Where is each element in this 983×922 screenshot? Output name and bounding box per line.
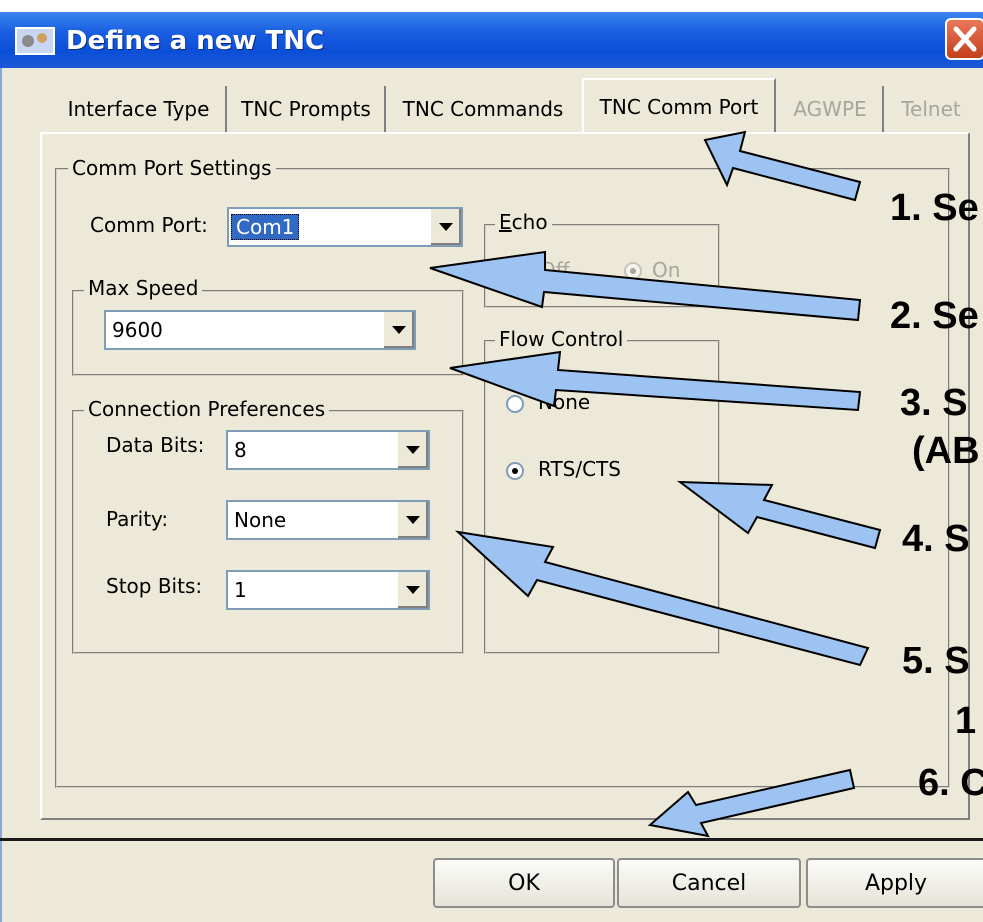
arrow-6 xyxy=(647,768,856,838)
annotation-3: 3. S xyxy=(900,382,968,424)
annotation-1: 1. Se xyxy=(890,187,979,229)
annotation-4: 4. S xyxy=(902,518,970,560)
annotation-6: 6. C xyxy=(918,762,983,804)
arrow-2 xyxy=(429,250,862,322)
annotation-5b: 1 xyxy=(955,700,977,742)
annotation-arrows xyxy=(429,130,882,838)
annotation-5: 5. S xyxy=(902,640,970,682)
arrow-4 xyxy=(676,480,882,550)
arrow-1 xyxy=(703,130,862,202)
annotation-3b: (AB xyxy=(912,430,980,472)
arrow-5 xyxy=(454,530,870,667)
arrow-3 xyxy=(449,350,862,412)
annotation-2: 2. Se xyxy=(890,295,979,337)
